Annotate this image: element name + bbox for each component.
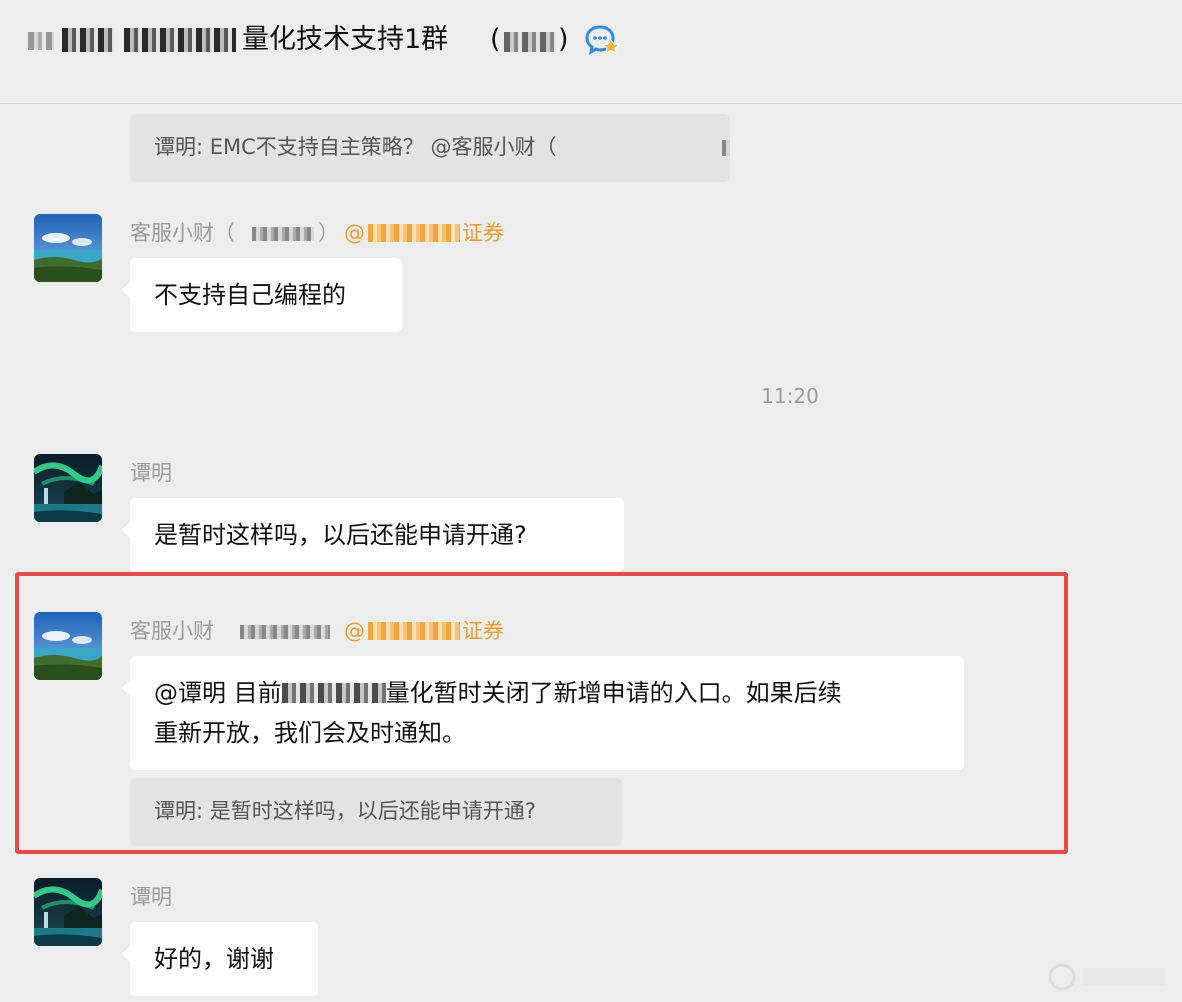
sender-mention-tag: @ [344, 221, 365, 245]
redacted-group-prefix [28, 32, 54, 50]
sender-name: 谭明 [130, 461, 172, 485]
message-text: 不支持自己编程的 [154, 281, 346, 309]
avatar[interactable] [34, 878, 102, 946]
message-bubble[interactable]: 不支持自己编程的 [122, 258, 402, 332]
quoted-message-text: 谭明: EMC不支持自主策略？ @客服小财（ [154, 135, 557, 159]
redacted-group-prefix [62, 28, 114, 52]
avatar[interactable] [34, 214, 102, 282]
redacted-mention [368, 224, 460, 242]
sender-mention-tag: @ [344, 619, 365, 643]
chat-header: 量化技术支持1群 ( ) [0, 0, 1182, 104]
message-line-2: 重新开放，我们会及时通知。 [154, 719, 466, 747]
redacted-mention [368, 622, 460, 640]
avatar[interactable] [34, 612, 102, 680]
timestamp: 11:20 [761, 384, 819, 408]
group-chat-bubble-icon[interactable] [584, 24, 622, 56]
sender-name: 客服小财 [130, 619, 214, 643]
redacted-username [722, 140, 730, 156]
sender-mention-suffix: 证券 [462, 221, 504, 245]
message-bubble[interactable]: 好的，谢谢 [122, 922, 318, 996]
message-text: 好的，谢谢 [154, 945, 274, 973]
message-text-start: @谭明 目前 [154, 679, 282, 707]
redacted-group-count [504, 32, 556, 52]
redacted-sender-id [252, 227, 314, 241]
watermark [1010, 960, 1170, 994]
message-text: 是暂时这样吗，以后还能申请开通? [154, 521, 527, 549]
group-title: 量化技术支持1群 [242, 24, 449, 55]
redacted-sender-id [240, 625, 330, 639]
title-paren-close: ) [558, 24, 569, 55]
message-text-end: 量化暂时关闭了新增申请的入口。如果后续 [385, 679, 842, 707]
sender-name: 客服小财（ [130, 221, 235, 245]
title-paren-open: ( [490, 24, 501, 55]
redacted-group-prefix [124, 28, 236, 52]
message-bubble[interactable]: 是暂时这样吗，以后还能申请开通? [122, 498, 624, 572]
quoted-message[interactable]: 谭明: EMC不支持自主策略？ @客服小财（ [130, 114, 730, 182]
quoted-message-text: 谭明: 是暂时这样吗，以后还能申请开通? [154, 799, 536, 823]
message-line-1: @谭明 目前 量化暂时关闭了新增申请的入口。如果后续 [154, 673, 940, 713]
sender-name: 谭明 [130, 885, 172, 909]
message-bubble[interactable]: @谭明 目前 量化暂时关闭了新增申请的入口。如果后续 重新开放，我们会及时通知。 [122, 656, 964, 770]
avatar[interactable] [34, 454, 102, 522]
sender-mention-suffix: 证券 [462, 619, 504, 643]
sender-name-close: ） [318, 221, 339, 245]
redacted-product-name [281, 683, 386, 703]
quoted-message[interactable]: 谭明: 是暂时这样吗，以后还能申请开通? [130, 778, 622, 846]
